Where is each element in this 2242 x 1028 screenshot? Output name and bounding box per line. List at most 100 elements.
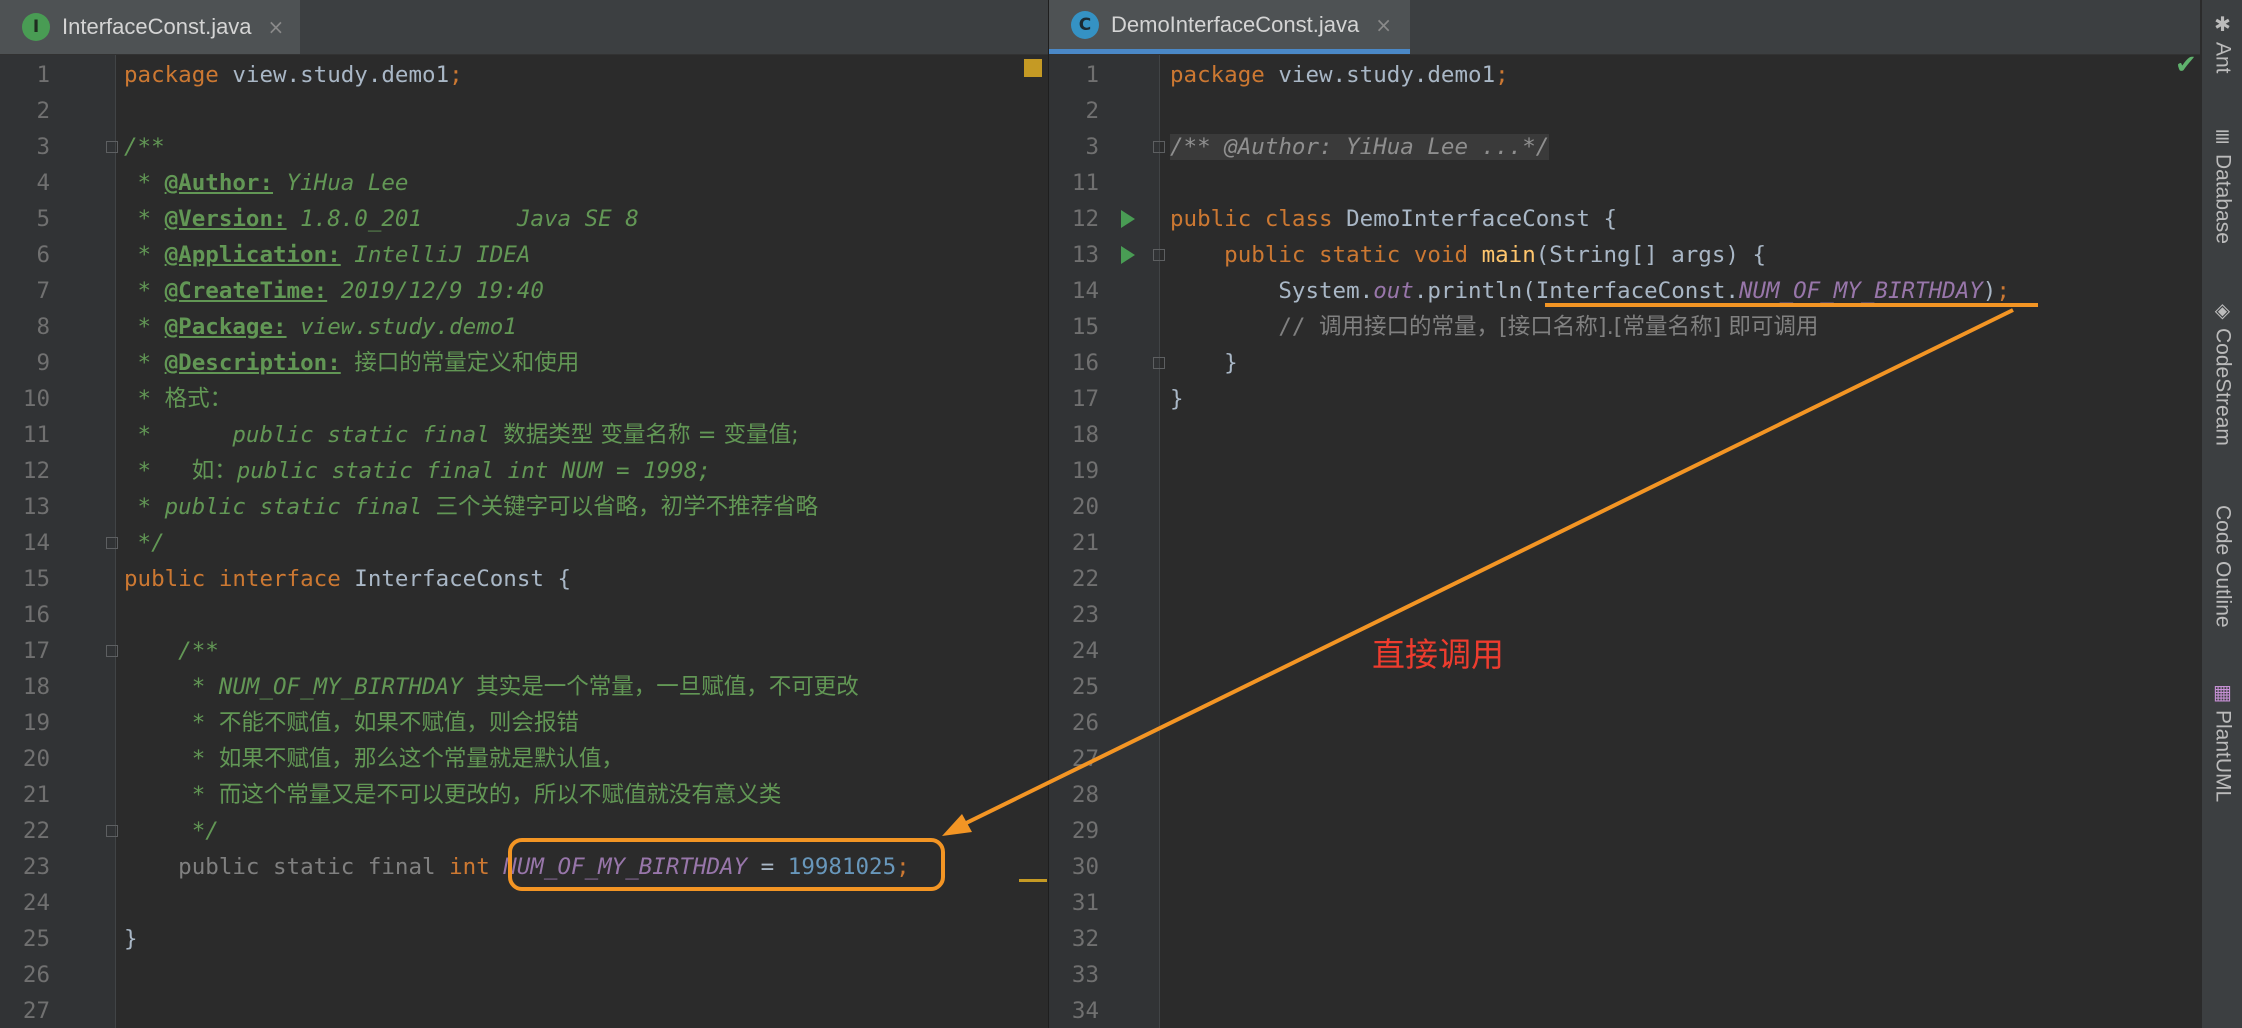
code-line[interactable]: 15 public interface InterfaceConst { [0,561,1048,597]
code-line[interactable]: 7 * @CreateTime: 2019/12/9 19:40 [0,273,1048,309]
line-number: 17 [1071,386,1099,412]
code-text: * 格式： [124,381,233,417]
code-line[interactable]: 3 /** [0,129,1048,165]
code-line[interactable]: 15 // 调用接口的常量，[接口名称].[常量名称] 即可调用 [1049,309,2200,345]
code-line[interactable]: 21 * 而这个常量又是不可以更改的，所以不赋值就没有意义类 [0,777,1048,813]
code-line[interactable]: 32 [1049,921,2200,957]
line-number: 3 [36,134,50,160]
code-line[interactable]: 30 [1049,849,2200,885]
error-stripe-mark[interactable] [1019,879,1047,882]
code-line[interactable]: 31 [1049,885,2200,921]
code-line[interactable]: 1 package view.study.demo1; [0,57,1048,93]
tool-ant[interactable]: ✱ Ant [2202,12,2242,74]
line-number: 12 [22,458,50,484]
line-number: 11 [22,422,50,448]
code-line[interactable]: 27 [1049,741,2200,777]
code-line[interactable]: 1 package view.study.demo1; [1049,57,2200,93]
code-line[interactable]: 12 * 如：public static final int NUM = 199… [0,453,1048,489]
code-line[interactable]: 2 [0,93,1048,129]
code-token: 其实是一个常量，一旦赋值，不可更改 [476,674,859,700]
code-line[interactable]: 18 * NUM_OF_MY_BIRTHDAY 其实是一个常量，一旦赋值，不可更… [0,669,1048,705]
line-number: 11 [1071,170,1099,196]
code-line[interactable]: 11 [1049,165,2200,201]
code-token: * public static final [124,494,436,520]
code-line[interactable]: 17 /** [0,633,1048,669]
code-line[interactable]: 14 System.out.println(InterfaceConst.NUM… [1049,273,2200,309]
warning-marker-icon[interactable] [1024,59,1042,77]
fold-toggle-icon[interactable] [106,141,118,153]
close-icon[interactable]: × [1375,13,1392,37]
code-token: // [1170,314,1320,340]
code-text: * NUM_OF_MY_BIRTHDAY 其实是一个常量，一旦赋值，不可更改 [124,669,859,705]
code-line[interactable]: 23 [1049,597,2200,633]
code-token: 调用接口的常量，[接口名称].[常量名称] 即可调用 [1319,314,1819,340]
tool-code-outline[interactable]: Code Outline [2202,505,2242,628]
code-line[interactable]: 2 [1049,93,2200,129]
code-line[interactable]: 8 * @Package: view.study.demo1 [0,309,1048,345]
code-line[interactable]: 27 [0,993,1048,1028]
line-number: 21 [1071,530,1099,556]
close-icon[interactable]: × [268,15,285,39]
left-tab-bar: I InterfaceConst.java × [0,0,1048,55]
code-line[interactable]: 17} [1049,381,2200,417]
code-line[interactable]: 33 [1049,957,2200,993]
code-line[interactable]: 25} [0,921,1048,957]
code-token: 1.8.0_201 Java SE 8 [286,206,639,232]
code-token: DemoInterfaceConst { [1346,206,1618,232]
code-text: * 不能不赋值，如果不赋值，则会报错 [124,705,579,741]
run-gutter-icon[interactable] [1121,246,1135,264]
tool-codestream[interactable]: ◈ CodeStream [2202,298,2242,446]
right-tool-window-bar: ✱ Ant ≣ Database ◈ CodeStream Code Outli… [2201,0,2242,1028]
code-line[interactable]: 20 * 如果不赋值，那么这个常量就是默认值， [0,741,1048,777]
code-line[interactable]: 13 * public static final 三个关键字可以省略，初学不推荐… [0,489,1048,525]
code-line[interactable]: 16 [0,597,1048,633]
fold-toggle-icon[interactable] [106,537,118,549]
code-line[interactable]: 9 * @Description: 接口的常量定义和使用 [0,345,1048,381]
tab-interface-const[interactable]: I InterfaceConst.java × [0,0,300,54]
code-line[interactable]: 21 [1049,525,2200,561]
code-text: package view.study.demo1; [1170,57,1509,93]
tool-database[interactable]: ≣ Database [2202,124,2242,244]
code-text: * @Application: IntelliJ IDEA [124,237,531,273]
tab-demo-interface-const[interactable]: C DemoInterfaceConst.java × [1049,0,1410,54]
code-token: ; [449,62,463,88]
code-line[interactable]: 13 public static void main(String[] args… [1049,237,2200,273]
line-number: 6 [36,242,50,268]
code-line[interactable]: 34 [1049,993,2200,1028]
code-token: NUM_OF_MY_BIRTHDAY [1738,278,1983,304]
code-line[interactable]: 24 [1049,633,2200,669]
code-line[interactable]: 6 * @Application: IntelliJ IDEA [0,237,1048,273]
code-line[interactable]: 25 [1049,669,2200,705]
fold-toggle-icon[interactable] [1153,141,1165,153]
code-line[interactable]: 14 */ [0,525,1048,561]
code-token: package [124,62,233,88]
code-line[interactable]: 20 [1049,489,2200,525]
code-line[interactable]: 3 /** @Author: YiHua Lee ...*/ [1049,129,2200,165]
code-line[interactable]: 18 [1049,417,2200,453]
code-line[interactable]: 26 [0,957,1048,993]
code-line[interactable]: 19 * 不能不赋值，如果不赋值，则会报错 [0,705,1048,741]
code-line[interactable]: 28 [1049,777,2200,813]
code-line[interactable]: 4 * @Author: YiHua Lee [0,165,1048,201]
code-token: * [124,206,165,232]
code-line[interactable]: 26 [1049,705,2200,741]
code-line[interactable]: 5 * @Version: 1.8.0_201 Java SE 8 [0,201,1048,237]
code-line[interactable]: 22 [1049,561,2200,597]
fold-toggle-icon[interactable] [106,645,118,657]
code-token: 如： [191,458,237,484]
code-line[interactable]: 29 [1049,813,2200,849]
checkmark-icon: ✔ [2175,50,2197,80]
code-line[interactable]: 16 } [1049,345,2200,381]
fold-toggle-icon[interactable] [106,825,118,837]
tool-plantuml[interactable]: ▦ PlantUML [2202,680,2242,802]
code-line[interactable]: 11 * public static final 数据类型 变量名称 = 变量值… [0,417,1048,453]
code-line[interactable]: 10 * 格式： [0,381,1048,417]
code-token: public static final [124,854,450,880]
fold-toggle-icon[interactable] [1153,249,1165,261]
run-gutter-icon[interactable] [1121,210,1135,228]
interface-file-icon: I [22,13,50,41]
code-line[interactable]: 12 public class DemoInterfaceConst { [1049,201,2200,237]
fold-toggle-icon[interactable] [1153,357,1165,369]
code-text: public interface InterfaceConst { [124,561,571,597]
code-line[interactable]: 19 [1049,453,2200,489]
